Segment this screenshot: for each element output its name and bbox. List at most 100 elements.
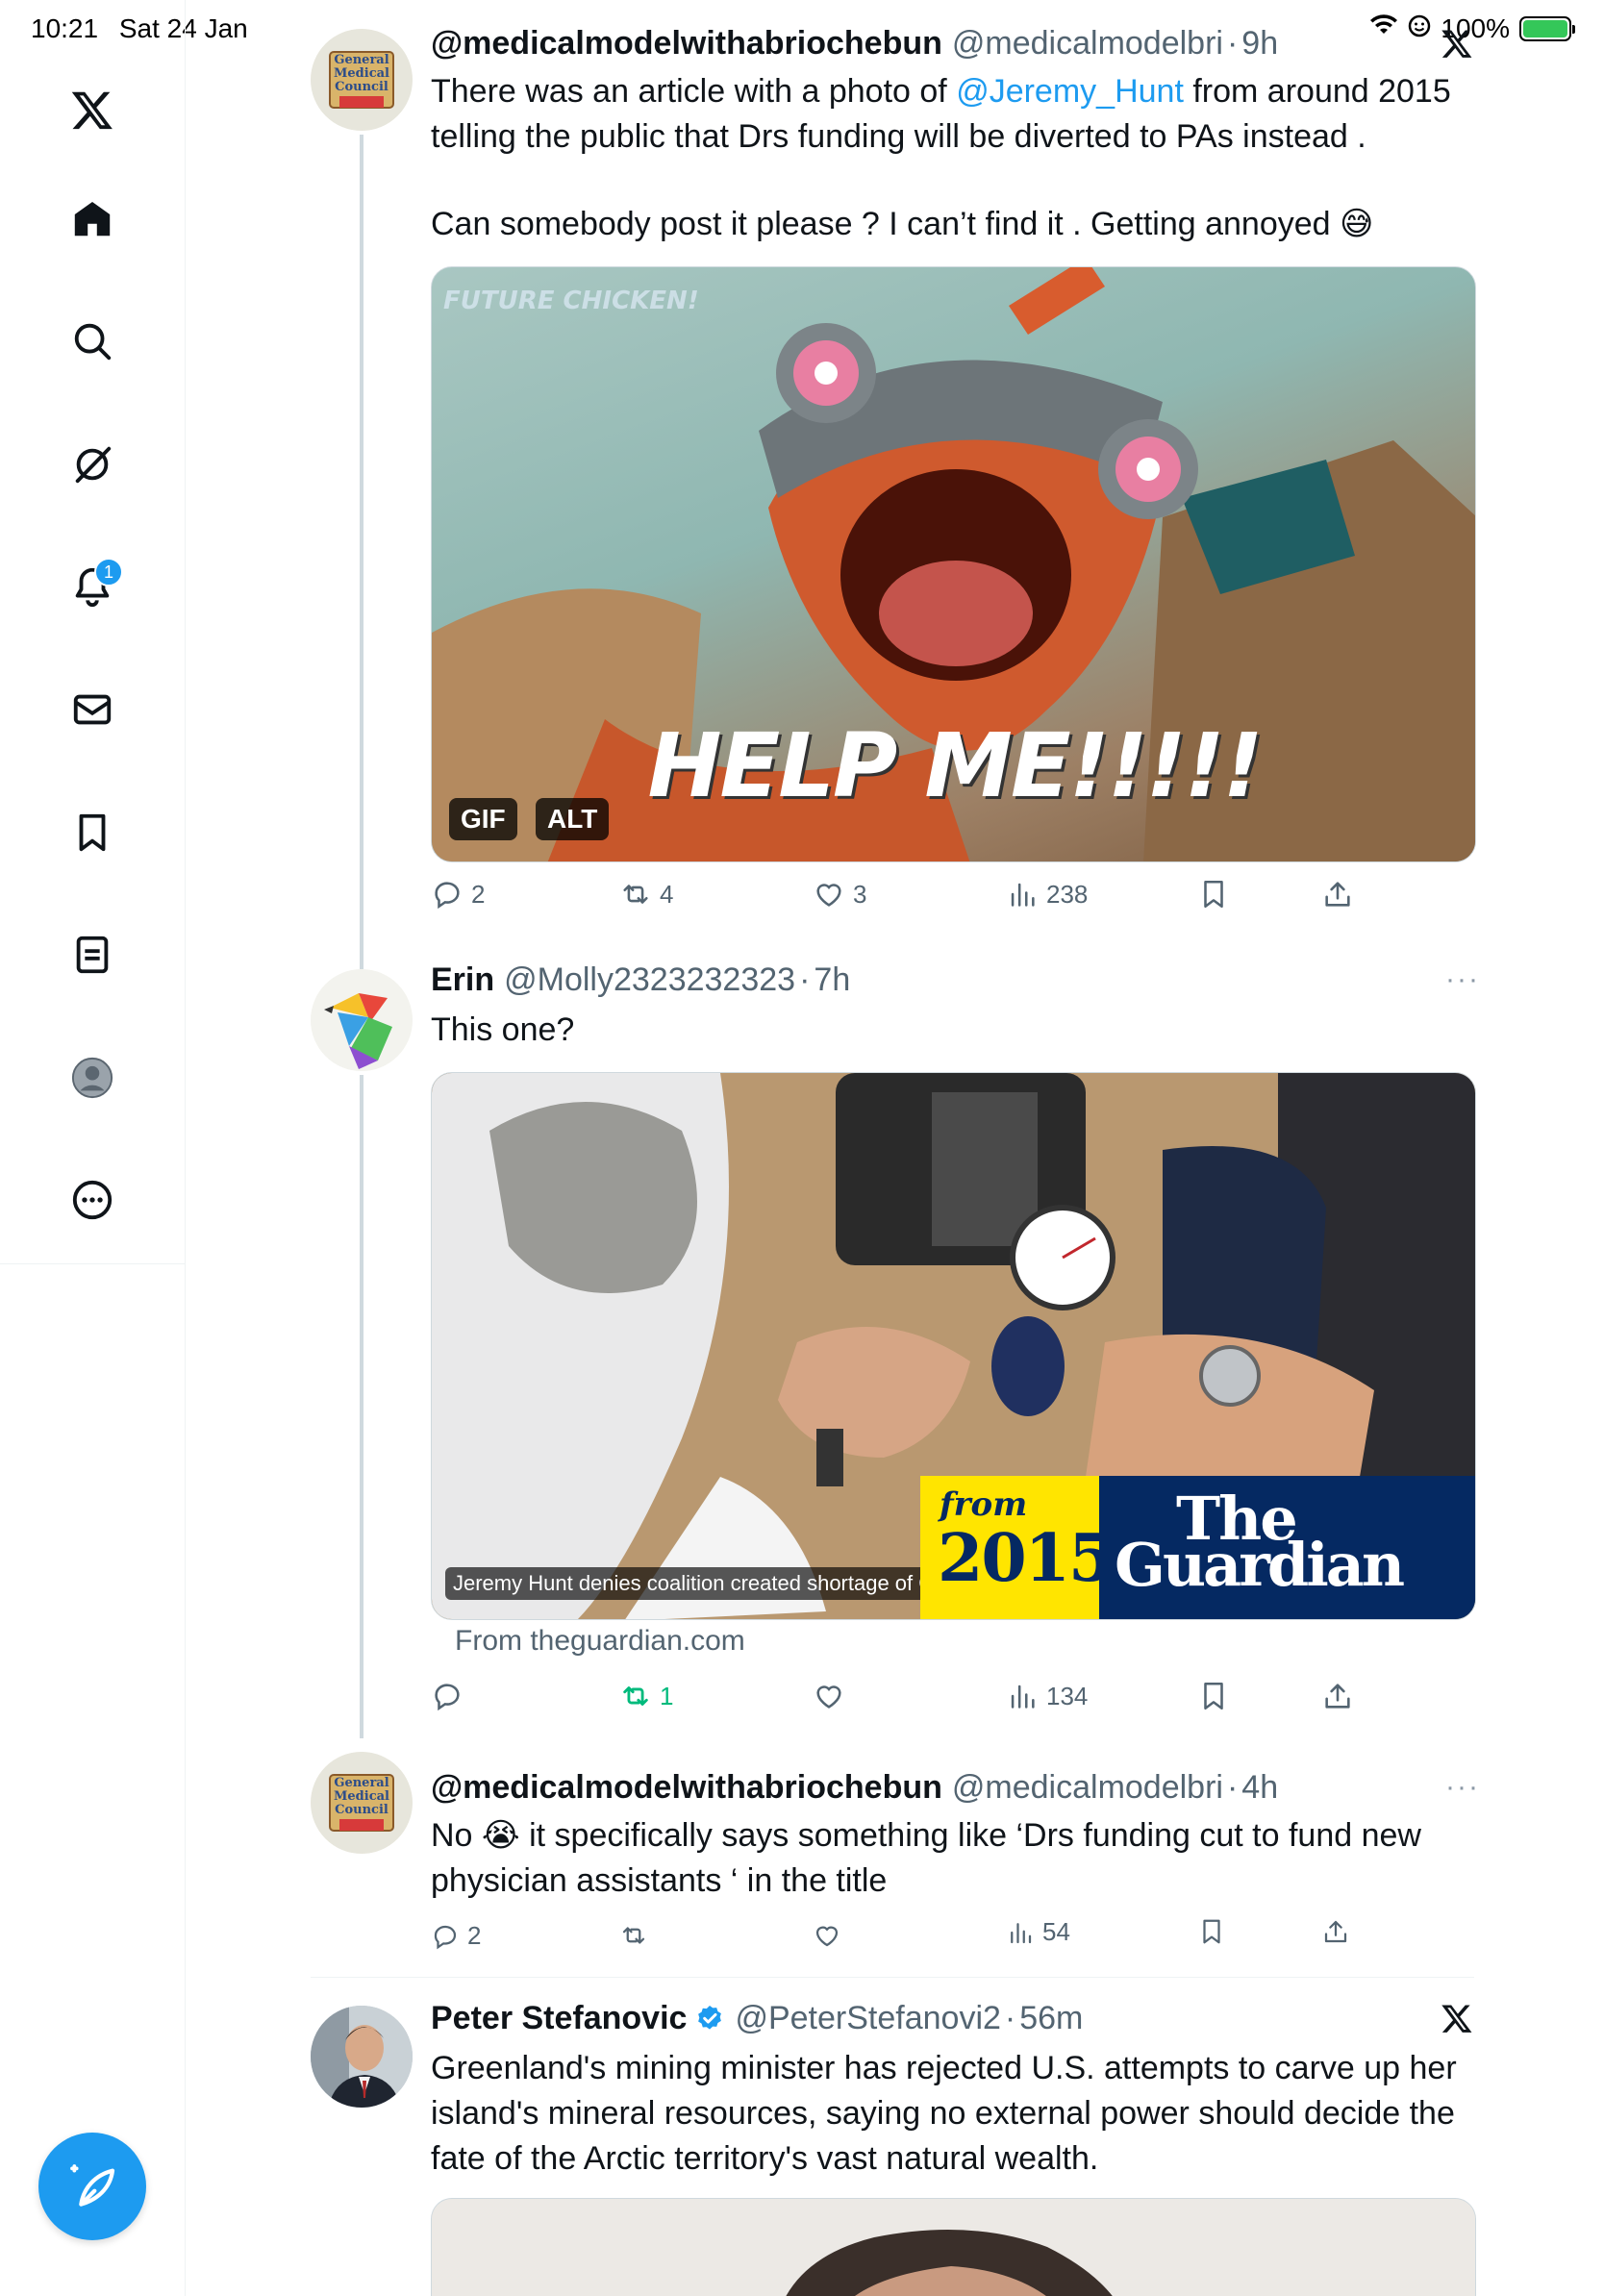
bookmark-button[interactable] <box>1197 1680 1230 1712</box>
dot-separator: · <box>799 961 811 998</box>
reply-count: 2 <box>471 879 486 909</box>
card-source-link[interactable]: From theguardian.com <box>455 1625 745 1658</box>
like-count: 3 <box>853 879 867 909</box>
user-handle[interactable]: @medicalmodelbri <box>952 25 1223 62</box>
view-count: 54 <box>1042 1917 1070 1946</box>
tweet-header: @medicalmodelwithabriochebun @medicalmod… <box>431 25 1278 62</box>
envelope-icon[interactable] <box>56 673 129 746</box>
view-count: 238 <box>1046 879 1089 909</box>
tweet-text-line2: Can somebody post it please ? I can’t fi… <box>431 206 1374 242</box>
reply-icon <box>435 1684 460 1711</box>
tweet-time[interactable]: 7h <box>814 961 850 999</box>
grok-icon[interactable] <box>56 428 129 501</box>
repost-button[interactable] <box>619 1921 656 1950</box>
link-card-image[interactable]: Jeremy Hunt denies coalition created sho… <box>431 1072 1476 1620</box>
x-logo-icon[interactable] <box>56 73 129 146</box>
sidebar-divider <box>0 1263 186 1264</box>
tweet-text: This one? <box>431 1011 575 1048</box>
reply-button[interactable] <box>431 1680 471 1712</box>
dot-separator: · <box>1226 1769 1239 1806</box>
bookmark-icon[interactable] <box>56 796 129 869</box>
like-button[interactable]: 3 <box>813 878 866 911</box>
search-icon[interactable] <box>56 305 129 378</box>
like-button[interactable] <box>813 1680 853 1712</box>
tweet-actions: 2 54 <box>431 1917 1392 1963</box>
user-handle[interactable]: @Molly2323232323 <box>504 961 795 999</box>
share-button[interactable] <box>1321 1680 1354 1712</box>
repost-button[interactable]: 4 <box>619 878 673 911</box>
tweet-header: Peter Stefanovic @PeterStefanovi2 · 56m <box>431 2000 1083 2037</box>
views-icon <box>1011 883 1035 907</box>
home-icon[interactable] <box>56 183 129 256</box>
display-name[interactable]: @medicalmodelwithabriochebun <box>431 25 942 62</box>
views-icon <box>1011 1922 1032 1943</box>
user-handle[interactable]: @PeterStefanovi2 <box>735 2000 1000 2037</box>
repost-count: 1 <box>660 1681 674 1710</box>
bookmark-icon <box>1204 1682 1223 1710</box>
x-logo-icon <box>1441 27 1473 64</box>
display-name[interactable]: @medicalmodelwithabriochebun <box>431 1769 942 1807</box>
mention-link[interactable]: @Jeremy_Hunt <box>956 73 1184 110</box>
tweet-text-part: There was an article with a photo of <box>431 73 957 110</box>
share-icon <box>1325 882 1350 907</box>
heart-icon <box>816 1685 841 1709</box>
views-button[interactable]: 54 <box>1006 1917 1070 1947</box>
more-options-icon[interactable]: ··· <box>1445 963 1480 996</box>
tweet-media-image[interactable] <box>431 2198 1476 2296</box>
user-handle[interactable]: @medicalmodelbri <box>952 1769 1223 1807</box>
avatar-text: Medical <box>334 66 389 81</box>
compose-post-button[interactable] <box>38 2133 146 2240</box>
profile-avatar-icon[interactable] <box>56 1041 129 1114</box>
bookmark-icon <box>1204 880 1223 909</box>
bookmark-button[interactable] <box>1197 878 1230 911</box>
tweet-divider <box>311 1977 1474 1978</box>
guardian-logo-line2: Guardian <box>1115 1530 1405 1600</box>
bookmark-button[interactable] <box>1197 1917 1226 1946</box>
reply-button[interactable]: 2 <box>431 1921 481 1951</box>
more-circle-icon[interactable] <box>56 1163 129 1236</box>
tweet-time[interactable]: 9h <box>1241 25 1278 62</box>
avatar-text: Council <box>335 80 388 94</box>
repost-icon <box>622 1927 645 1944</box>
repost-button[interactable]: 1 <box>619 1680 673 1712</box>
views-button[interactable]: 238 <box>1006 878 1088 911</box>
like-button[interactable] <box>813 1921 849 1950</box>
user-avatar[interactable] <box>311 969 413 1071</box>
sidebar: 1 <box>0 0 186 2296</box>
repost-icon <box>623 885 648 904</box>
display-name[interactable]: Peter Stefanovic <box>431 2000 687 2037</box>
badge-year: 2015 <box>938 1520 1114 1597</box>
dot-separator: · <box>1004 2000 1016 2036</box>
list-icon[interactable] <box>56 918 129 991</box>
gif-watermark: FUTURE CHICKEN! <box>443 287 699 315</box>
display-name[interactable]: Erin <box>431 961 494 999</box>
alt-badge[interactable]: ALT <box>536 798 610 840</box>
share-icon <box>1325 1684 1350 1709</box>
x-logo-icon <box>1441 2002 1473 2039</box>
share-button[interactable] <box>1321 878 1354 911</box>
gif-media[interactable]: FUTURE CHICKEN! HELP ME!!!!! GIF ALT <box>431 266 1476 862</box>
dot-separator: · <box>1226 25 1239 62</box>
share-icon <box>1324 1920 1347 1943</box>
views-button[interactable]: 134 <box>1006 1680 1088 1712</box>
avatar-text: Council <box>335 1803 388 1817</box>
gif-badge: GIF <box>449 798 517 840</box>
more-options-icon[interactable]: ··· <box>1445 1771 1480 1804</box>
reply-icon <box>434 1925 457 1949</box>
share-button[interactable] <box>1321 1917 1350 1946</box>
tweet-time[interactable]: 56m <box>1019 2000 1083 2037</box>
timeline: General Medical Council @medicalmodelwit… <box>186 0 1604 2296</box>
user-avatar[interactable] <box>311 2006 413 2108</box>
user-avatar[interactable]: General Medical Council <box>311 29 413 131</box>
badge-from: from <box>940 1485 1028 1524</box>
tweet-time[interactable]: 4h <box>1241 1769 1278 1807</box>
user-avatar[interactable]: General Medical Council <box>311 1752 413 1854</box>
heart-icon <box>816 884 841 907</box>
tweet-text: Greenland's mining minister has rejected… <box>431 2050 1457 2177</box>
verified-badge-icon <box>694 2004 725 2034</box>
tweet-header: Erin @Molly2323232323 · 7h <box>431 961 850 999</box>
tweet-actions: 1 134 <box>431 1680 1392 1722</box>
reply-button[interactable]: 2 <box>431 878 485 911</box>
bell-icon[interactable]: 1 <box>56 550 129 623</box>
tweet-header: @medicalmodelwithabriochebun @medicalmod… <box>431 1769 1278 1807</box>
